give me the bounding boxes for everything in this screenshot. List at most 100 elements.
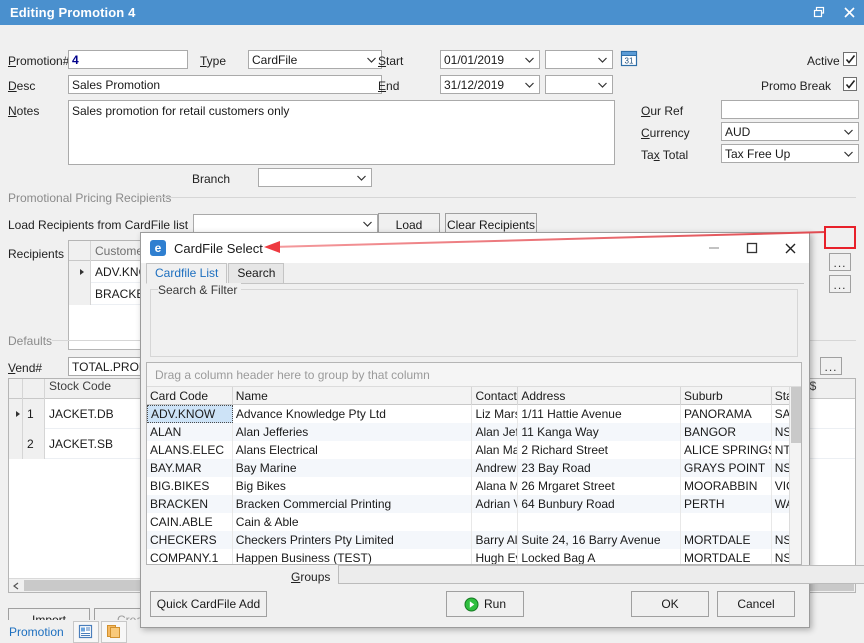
group-by-dropzone[interactable]: Drag a column header here to group by th…: [147, 363, 801, 387]
branch-label: Branch: [192, 172, 230, 186]
calendar-icon[interactable]: 31: [620, 49, 638, 67]
active-checkbox[interactable]: [843, 52, 857, 66]
minimize-icon[interactable]: [695, 233, 733, 263]
table-row[interactable]: BRACKENBracken Commercial PrintingAdrian…: [147, 495, 801, 513]
our-ref-input[interactable]: [721, 100, 859, 119]
recipients-group-title: Promotional Pricing Recipients: [8, 191, 175, 205]
table-row[interactable]: ALANAlan JefferiesAlan Jef11 Kanga WayBA…: [147, 423, 801, 441]
chevron-down-icon: [354, 169, 368, 186]
recipients-label: Recipients: [8, 247, 64, 261]
promo-break-checkbox[interactable]: [843, 77, 857, 91]
table-row[interactable]: CHECKERSCheckers Printers Pty LimitedBar…: [147, 531, 801, 549]
address-cell: 26 Mrgaret Street: [518, 477, 681, 495]
end-label: End: [378, 79, 399, 93]
contact-cell: Liz Marsl: [472, 405, 518, 423]
contact-cell: Alan Mar: [472, 441, 518, 459]
cancel-button[interactable]: Cancel: [717, 591, 795, 617]
branch-combo[interactable]: [258, 168, 372, 187]
start-date-value: 01/01/2019: [444, 53, 504, 67]
table-row[interactable]: BIG.BIKESBig BikesAlana Mc26 Mrgaret Str…: [147, 477, 801, 495]
suburb-cell: MOORABBIN: [681, 477, 772, 495]
address-cell: 64 Bunbury Road: [518, 495, 681, 513]
dialog-window-controls: [695, 233, 809, 263]
restore-icon[interactable]: [804, 0, 834, 25]
dialog-footer: Quick CardFile Add Run OK Cancel: [141, 581, 809, 627]
dialog-title: CardFile Select: [174, 241, 263, 256]
cardfile-grid-vscrollbar[interactable]: [789, 387, 801, 564]
type-label: Type: [200, 54, 226, 68]
suburb-cell: GRAYS POINT: [681, 459, 772, 477]
type-combo[interactable]: CardFile: [248, 50, 382, 69]
desc-input[interactable]: Sales Promotion: [68, 75, 382, 94]
our-ref-label: Our Ref: [641, 104, 683, 118]
scroll-thumb[interactable]: [791, 387, 801, 443]
currency-value: AUD: [725, 125, 750, 139]
maximize-icon[interactable]: [733, 233, 771, 263]
notes-label: Notes: [8, 104, 39, 118]
window-title: Editing Promotion 4: [10, 5, 135, 20]
card-code-cell: BRACKEN: [147, 495, 233, 513]
currency-combo[interactable]: AUD: [721, 122, 859, 141]
row-indicator-header: [9, 379, 23, 399]
chevron-down-icon: [595, 51, 609, 68]
load-recipients-label: Load Recipients from CardFile list: [8, 218, 188, 232]
tax-total-combo[interactable]: Tax Free Up: [721, 144, 859, 163]
suburb-cell: BANGOR: [681, 423, 772, 441]
start-label: Start: [378, 54, 403, 68]
name-cell: Alan Jefferies: [233, 423, 473, 441]
cardfile-select-dialog: e CardFile Select Cardfile List Search S…: [140, 232, 810, 628]
card-code-cell: ADV.KNOW: [147, 405, 233, 423]
report-icon[interactable]: [73, 621, 99, 643]
table-row[interactable]: ADV.KNOWAdvance Knowledge Pty LtdLiz Mar…: [147, 405, 801, 423]
table-row[interactable]: BAY.MARBay MarineAndrew23 Bay RoadGRAYS …: [147, 459, 801, 477]
name-cell: Advance Knowledge Pty Ltd: [233, 405, 473, 423]
contact-cell: Alana Mc: [472, 477, 518, 495]
column-header-address[interactable]: Address: [518, 387, 681, 405]
tab-search[interactable]: Search: [228, 263, 284, 283]
close-icon[interactable]: [771, 233, 809, 263]
copy-icon[interactable]: [101, 621, 127, 643]
chevron-left-icon[interactable]: [9, 579, 23, 593]
name-cell: Checkers Printers Pty Limited: [233, 531, 473, 549]
vend-label: Vend#: [8, 361, 42, 375]
start-date-combo[interactable]: 01/01/2019: [440, 50, 540, 69]
table-row[interactable]: COMPANY.1Happen Business (TEST)Hugh EvLo…: [147, 549, 801, 565]
tab-cardfile-list[interactable]: Cardfile List: [146, 263, 227, 284]
column-header-card-code[interactable]: Card Code: [147, 387, 233, 405]
defaults-ellipsis-button[interactable]: ...: [820, 357, 842, 375]
quick-add-label: Quick CardFile Add: [157, 597, 260, 611]
table-row[interactable]: ALANS.ELECAlans ElectricalAlan Mar2 Rich…: [147, 441, 801, 459]
recipients-ellipsis-button[interactable]: ...: [829, 253, 851, 271]
column-header-name[interactable]: Name: [233, 387, 473, 405]
end-secondary-combo[interactable]: [545, 75, 613, 94]
table-row[interactable]: CAIN.ABLECain & Able: [147, 513, 801, 531]
column-header-suburb[interactable]: Suburb: [681, 387, 772, 405]
quick-cardfile-add-button[interactable]: Quick CardFile Add: [150, 591, 267, 617]
run-button[interactable]: Run: [446, 591, 524, 617]
chevron-down-icon: [522, 76, 536, 93]
highlight-box: [824, 226, 856, 249]
end-date-combo[interactable]: 31/12/2019: [440, 75, 540, 94]
dialog-tabs: Cardfile List Search: [146, 263, 804, 284]
recipients-ellipsis-button-2[interactable]: ...: [829, 275, 851, 293]
address-cell: 2 Richard Street: [518, 441, 681, 459]
notes-textarea[interactable]: Sales promotion for retail customers onl…: [68, 100, 615, 165]
chevron-down-icon: [595, 76, 609, 93]
cardfile-grid[interactable]: Drag a column header here to group by th…: [146, 362, 802, 565]
row-indicator: [9, 429, 23, 459]
start-secondary-combo[interactable]: [545, 50, 613, 69]
promotion-number-label: Promotion#: [8, 54, 69, 68]
promotion-number-input[interactable]: 4: [68, 50, 188, 69]
chevron-down-icon: [364, 51, 378, 68]
row-indicator-header: [69, 241, 91, 261]
card-code-cell: BIG.BIKES: [147, 477, 233, 495]
type-value: CardFile: [252, 53, 297, 67]
cardfile-list-combo[interactable]: [193, 214, 378, 233]
row-number: 1: [23, 399, 45, 429]
column-header-contact[interactable]: Contact: [472, 387, 518, 405]
tab-promotion[interactable]: Promotion: [0, 621, 73, 643]
close-icon[interactable]: [834, 0, 864, 25]
run-label: Run: [484, 597, 506, 611]
ok-button[interactable]: OK: [631, 591, 709, 617]
svg-text:31: 31: [625, 57, 634, 66]
